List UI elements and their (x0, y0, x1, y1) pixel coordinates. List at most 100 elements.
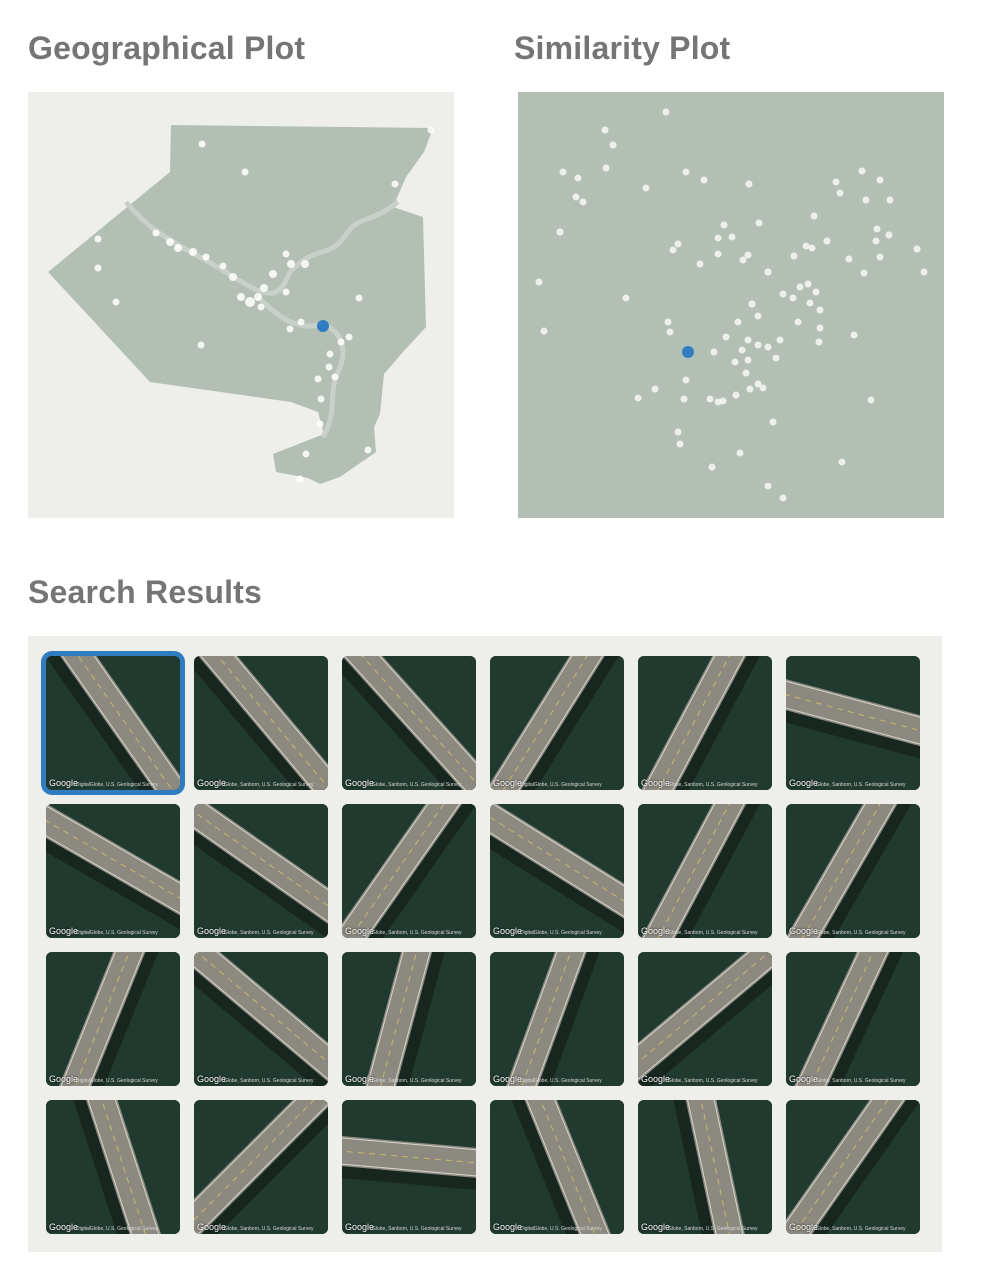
aerial-bridge-image (342, 952, 476, 1086)
google-logo: Google (493, 1222, 523, 1232)
google-logo: Google (493, 778, 523, 788)
aerial-bridge-image (46, 804, 180, 938)
google-logo: Google (49, 778, 79, 788)
google-logo: Google (493, 1074, 523, 1084)
result-tile[interactable]: Google Globe, Sanborn, U.S. Geological Su… (194, 656, 328, 790)
imagery-credit: Globe, Sanborn, U.S. Geological Survey (668, 782, 758, 788)
aerial-bridge-image (490, 952, 624, 1086)
google-logo: Google (789, 778, 819, 788)
result-tile[interactable]: Google Globe, Sanborn, U.S. Geological Su… (342, 1100, 476, 1234)
aerial-bridge-image (490, 1100, 624, 1234)
google-logo: Google (493, 926, 523, 936)
google-logo: Google (345, 1222, 375, 1232)
google-logo: Google (641, 778, 671, 788)
result-tile[interactable]: Google DigitalGlobe, U.S. Geological Surv… (46, 1100, 180, 1234)
result-tile[interactable]: Google Globe, Sanborn, U.S. Geological Su… (638, 656, 772, 790)
aerial-bridge-image (342, 804, 476, 938)
result-tile[interactable]: Google Globe, Sanborn, U.S. Geological Su… (786, 952, 920, 1086)
result-tile[interactable]: Google DigitalGlobe, U.S. Geological Surv… (490, 804, 624, 938)
aerial-bridge-image (638, 952, 772, 1086)
result-tile[interactable]: Google Globe, Sanborn, U.S. Geological Su… (342, 804, 476, 938)
aerial-bridge-image (194, 1100, 328, 1234)
aerial-bridge-image (342, 1100, 476, 1234)
result-tile[interactable]: Google Globe, Sanborn, U.S. Geological Su… (786, 804, 920, 938)
google-logo: Google (789, 1074, 819, 1084)
imagery-credit: Globe, Sanborn, U.S. Geological Survey (372, 930, 462, 936)
search-results-title: Search Results (28, 574, 263, 610)
result-tile[interactable]: Google Globe, Sanborn, U.S. Geological Su… (786, 656, 920, 790)
google-logo: Google (345, 926, 375, 936)
google-logo: Google (789, 926, 819, 936)
geographical-plot-title: Geographical Plot (28, 30, 306, 66)
imagery-credit: Globe, Sanborn, U.S. Geological Survey (372, 1226, 462, 1232)
google-logo: Google (49, 1222, 79, 1232)
aerial-bridge-image (786, 804, 920, 938)
imagery-credit: DigitalGlobe, U.S. Geological Survey (520, 1226, 602, 1232)
aerial-bridge-image (638, 656, 772, 790)
result-tile[interactable]: Google Globe, Sanborn, U.S. Geological Su… (342, 656, 476, 790)
similarity-plot[interactable] (518, 92, 944, 518)
similarity-scatter[interactable] (518, 92, 944, 518)
aerial-bridge-image (194, 804, 328, 938)
imagery-credit: DigitalGlobe, U.S. Geological Survey (76, 930, 158, 936)
aerial-bridge-image (46, 1100, 180, 1234)
result-tile[interactable]: Google Globe, Sanborn, U.S. Geological Su… (194, 804, 328, 938)
imagery-credit: Globe, Sanborn, U.S. Geological Survey (224, 782, 314, 788)
imagery-credit: DigitalGlobe, U.S. Geological Survey (520, 782, 602, 788)
imagery-credit: Globe, Sanborn, U.S. Geological Survey (372, 1078, 462, 1084)
result-tile[interactable]: Google Globe, Sanborn, U.S. Geological Su… (342, 952, 476, 1086)
result-tile[interactable]: Google Globe, Sanborn, U.S. Geological Su… (194, 1100, 328, 1234)
aerial-bridge-image (638, 804, 772, 938)
aerial-bridge-image (46, 952, 180, 1086)
imagery-credit: DigitalGlobe, U.S. Geological Survey (76, 782, 158, 788)
result-tile[interactable]: Google DigitalGlobe, U.S. Geological Surv… (490, 656, 624, 790)
similarity-points (535, 108, 928, 502)
result-tile[interactable]: Google Globe, Sanborn, U.S. Geological Su… (786, 1100, 920, 1234)
result-tile[interactable]: Google DigitalGlobe, U.S. Geological Surv… (490, 1100, 624, 1234)
google-logo: Google (789, 1222, 819, 1232)
selected-geo-point[interactable] (317, 320, 329, 332)
imagery-credit: Globe, Sanborn, U.S. Geological Survey (816, 930, 906, 936)
result-tile[interactable]: Google Globe, Sanborn, U.S. Geological Su… (194, 952, 328, 1086)
imagery-credit: DigitalGlobe, U.S. Geological Survey (520, 1078, 602, 1084)
county-shape (48, 125, 433, 484)
google-logo: Google (345, 778, 375, 788)
google-logo: Google (641, 1074, 671, 1084)
result-tile[interactable]: Google DigitalGlobe, U.S. Geological Surv… (46, 952, 180, 1086)
county-map[interactable] (28, 92, 454, 518)
imagery-credit: Globe, Sanborn, U.S. Geological Survey (224, 1226, 314, 1232)
imagery-credit: Globe, Sanborn, U.S. Geological Survey (668, 1226, 758, 1232)
google-logo: Google (641, 1222, 671, 1232)
aerial-bridge-image (786, 952, 920, 1086)
result-tile[interactable]: Google Globe, Sanborn, U.S. Geological Su… (638, 1100, 772, 1234)
similarity-plot-title: Similarity Plot (514, 30, 731, 66)
result-tile[interactable]: Google DigitalGlobe, U.S. Geological Surv… (46, 804, 180, 938)
imagery-credit: Globe, Sanborn, U.S. Geological Survey (668, 1078, 758, 1084)
imagery-credit: Globe, Sanborn, U.S. Geological Survey (224, 1078, 314, 1084)
google-logo: Google (641, 926, 671, 936)
google-logo: Google (197, 926, 227, 936)
aerial-bridge-image (194, 656, 328, 790)
aerial-bridge-image (786, 1100, 920, 1234)
imagery-credit: Globe, Sanborn, U.S. Geological Survey (372, 782, 462, 788)
google-logo: Google (49, 926, 79, 936)
imagery-credit: Globe, Sanborn, U.S. Geological Survey (816, 1078, 906, 1084)
imagery-credit: DigitalGlobe, U.S. Geological Survey (520, 930, 602, 936)
aerial-bridge-image (342, 656, 476, 790)
imagery-credit: Globe, Sanborn, U.S. Geological Survey (668, 930, 758, 936)
google-logo: Google (197, 1222, 227, 1232)
google-logo: Google (197, 1074, 227, 1084)
geographical-plot[interactable] (28, 92, 454, 518)
result-tile[interactable]: Google Globe, Sanborn, U.S. Geological Su… (638, 952, 772, 1086)
aerial-bridge-image (638, 1100, 772, 1234)
imagery-credit: Globe, Sanborn, U.S. Geological Survey (816, 782, 906, 788)
aerial-bridge-image (194, 952, 328, 1086)
search-results-grid: Google DigitalGlobe, U.S. Geological Surv… (28, 636, 942, 1252)
selected-similarity-point[interactable] (682, 346, 694, 358)
google-logo: Google (197, 778, 227, 788)
imagery-credit: DigitalGlobe, U.S. Geological Survey (76, 1226, 158, 1232)
result-tile[interactable]: Google DigitalGlobe, U.S. Geological Surv… (490, 952, 624, 1086)
result-tile[interactable]: Google Globe, Sanborn, U.S. Geological Su… (638, 804, 772, 938)
imagery-credit: Globe, Sanborn, U.S. Geological Survey (224, 930, 314, 936)
result-tile[interactable]: Google DigitalGlobe, U.S. Geological Surv… (46, 656, 180, 790)
